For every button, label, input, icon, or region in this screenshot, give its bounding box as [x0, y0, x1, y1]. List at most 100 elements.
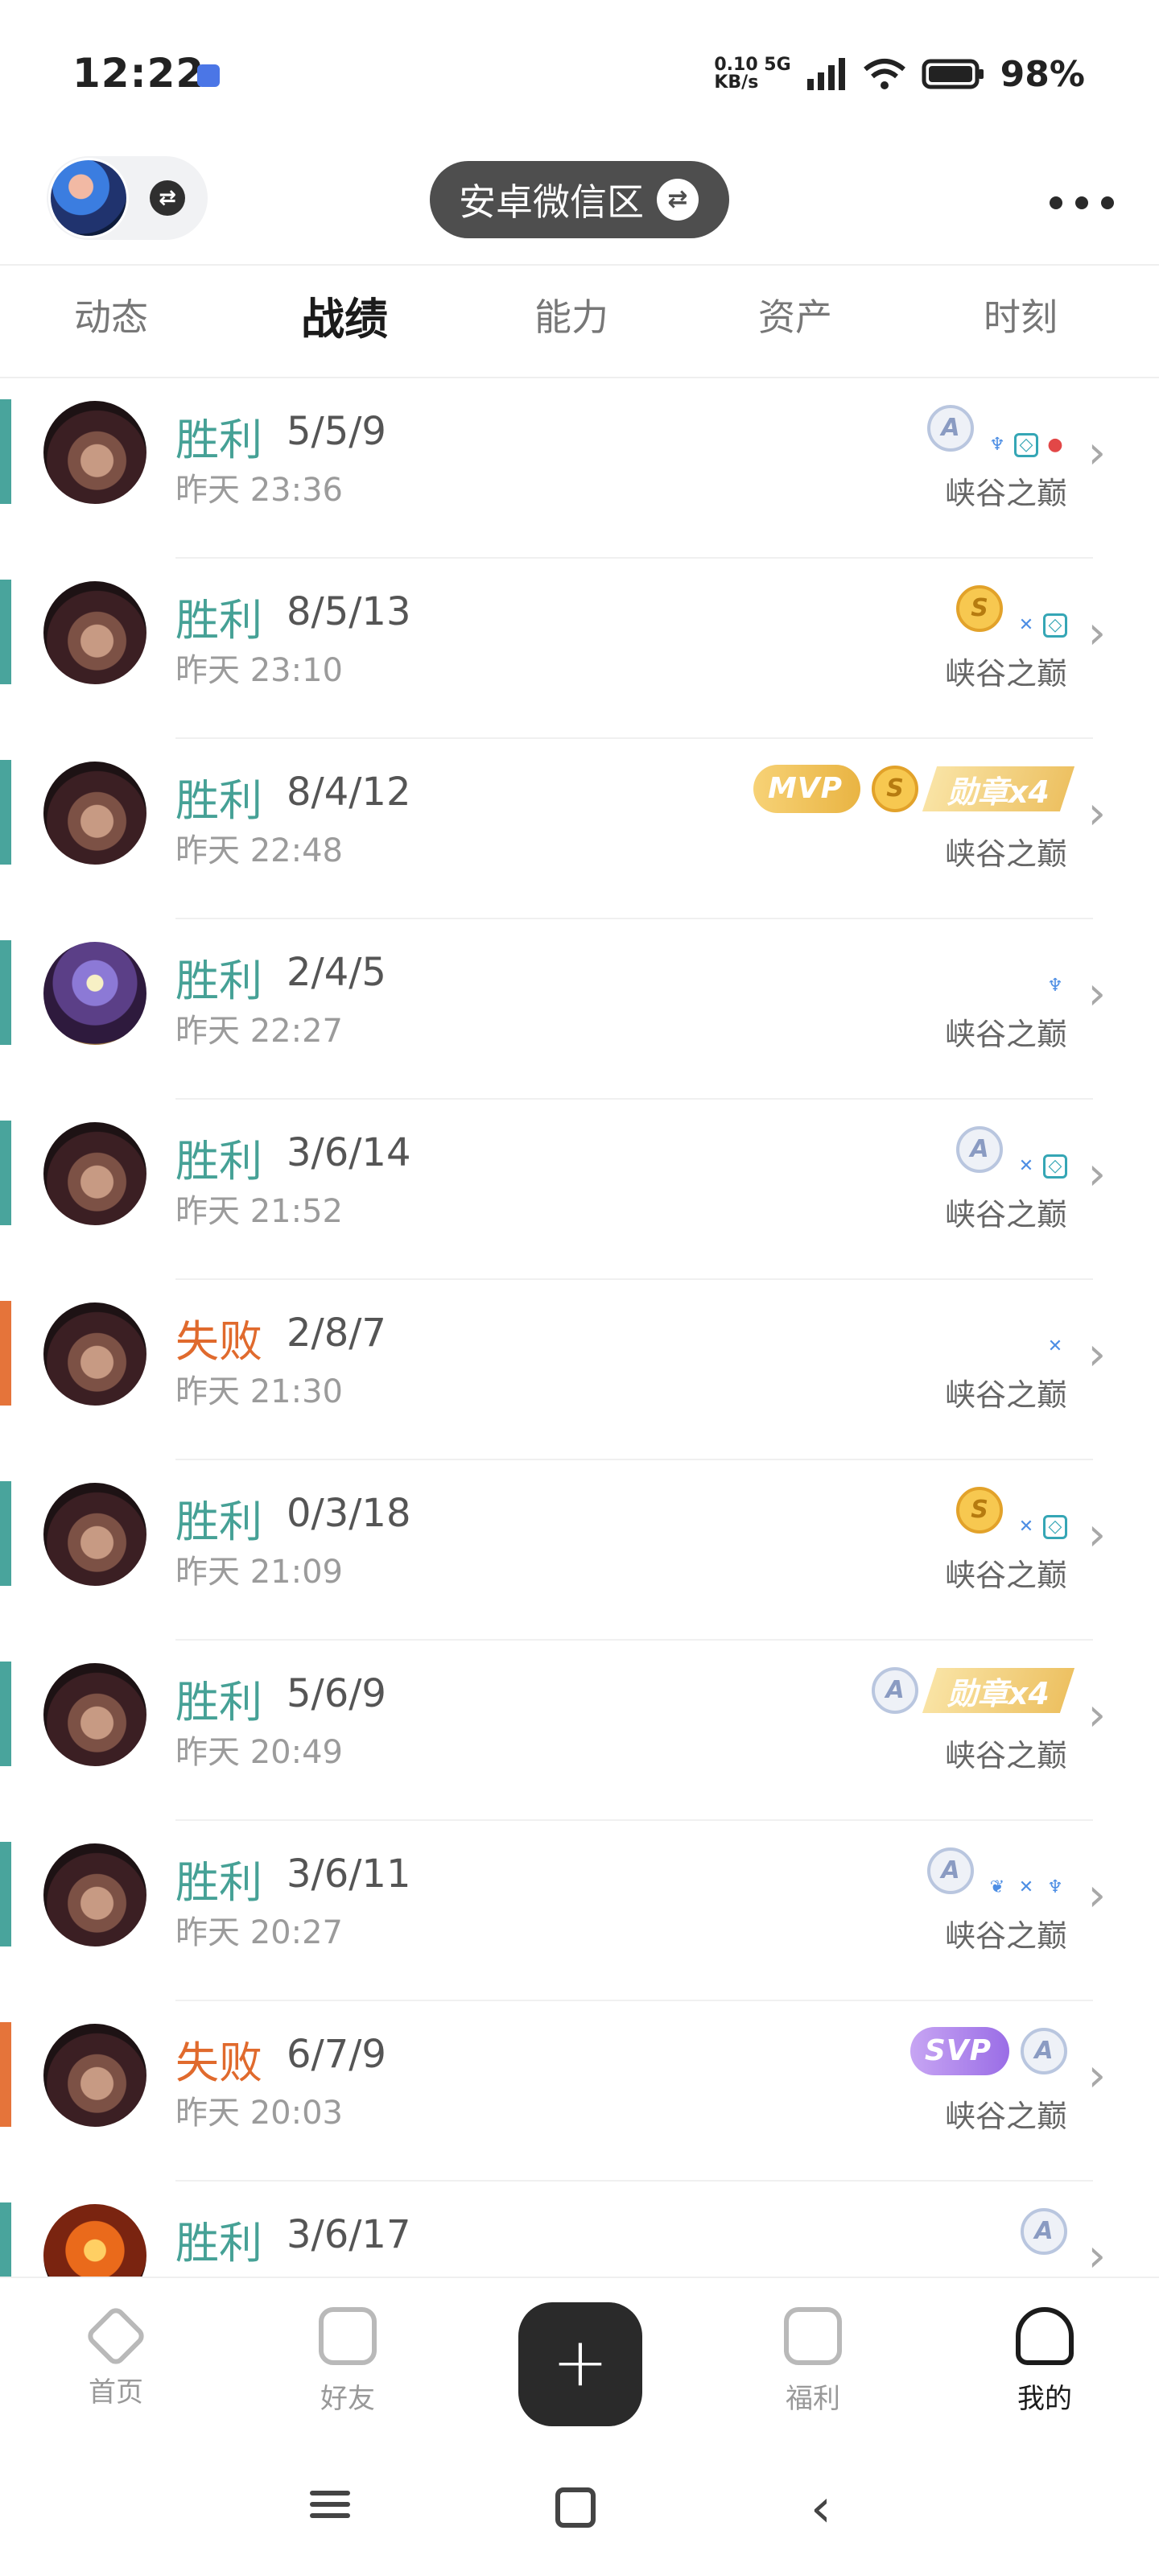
match-row[interactable]: 胜利 0/3/18 昨天 21:09 S ✕ ◇ 峡谷之巅 › — [0, 1460, 1159, 1641]
game-mode: 峡谷之巅 — [944, 1558, 1067, 1593]
match-badges: ♆ — [1043, 943, 1067, 998]
tab-moments[interactable]: 时刻 — [984, 288, 1058, 341]
server-name: 安卓微信区 — [459, 180, 644, 224]
game-mode: 峡谷之巅 — [944, 2099, 1067, 2134]
match-row[interactable]: 胜利 5/6/9 昨天 20:49 A 勋章x4 峡谷之巅 › — [0, 1641, 1159, 1821]
match-time: 昨天 20:27 — [175, 1914, 343, 1951]
match-kda: 2/4/5 — [287, 950, 386, 995]
menu-line-icon — [310, 2491, 350, 2496]
chevron-right-icon: › — [1087, 787, 1106, 840]
match-kda: 8/5/13 — [287, 589, 411, 634]
chevron-right-icon: › — [1087, 607, 1106, 659]
shield-icon: ◇ — [1014, 433, 1038, 457]
result-indicator — [0, 580, 11, 684]
match-result: 胜利 — [175, 1496, 262, 1547]
match-kda: 6/7/9 — [287, 2032, 386, 2077]
status-bar: 12:22 0.10 5G KB/s 98% — [0, 0, 1159, 145]
create-button[interactable]: + — [518, 2302, 642, 2426]
match-time: 昨天 20:49 — [175, 1734, 343, 1771]
match-list: 胜利 5/5/9 昨天 23:36 A ♆ ◇ ● 峡谷之巅 › 胜利 8/5/… — [0, 378, 1159, 2278]
tab-dynamics[interactable]: 动态 — [74, 288, 148, 341]
match-time: 昨天 21:30 — [175, 1373, 343, 1410]
nav-friends[interactable]: 好友 — [299, 2307, 396, 2416]
account-switcher[interactable]: ⇄ — [47, 156, 208, 240]
match-time: 昨天 22:27 — [175, 1013, 343, 1050]
tab-ability[interactable]: 能力 — [534, 288, 608, 341]
hero-avatar — [43, 401, 146, 504]
game-mode: 峡谷之巅 — [944, 1017, 1067, 1052]
match-row[interactable]: 胜利 8/5/13 昨天 23:10 S ✕ ◇ 峡谷之巅 › — [0, 559, 1159, 739]
grade-a-badge: A — [1021, 2208, 1067, 2255]
match-row[interactable]: 胜利 3/6/17 A › — [0, 2182, 1159, 2278]
match-row[interactable]: 失败 2/8/7 昨天 21:30 ✕ 峡谷之巅 › — [0, 1280, 1159, 1460]
grade-s-badge: S — [956, 585, 1003, 632]
nav-label: 首页 — [89, 2376, 143, 2409]
match-result: 胜利 — [175, 1136, 262, 1187]
nav-home[interactable]: 首页 — [68, 2304, 164, 2409]
match-row[interactable]: 胜利 3/6/14 昨天 21:52 A ✕ ◇ 峡谷之巅 › — [0, 1100, 1159, 1280]
match-result: 胜利 — [175, 775, 262, 826]
shield-icon: ◇ — [1043, 1154, 1067, 1179]
match-badges: S ✕ ◇ — [956, 583, 1067, 638]
net-speed-unit: KB/s — [714, 72, 759, 93]
match-row[interactable]: 胜利 3/6/11 昨天 20:27 A ❦ ✕ ♆ 峡谷之巅 › — [0, 1821, 1159, 2001]
hero-avatar — [43, 1843, 146, 1946]
match-row[interactable]: 失败 6/7/9 昨天 20:03 SVP A 峡谷之巅 › — [0, 2001, 1159, 2182]
achievement-icons: ✕ ◇ — [1014, 1143, 1067, 1179]
home-button[interactable] — [555, 2487, 596, 2528]
game-mode: 峡谷之巅 — [944, 836, 1067, 872]
match-row[interactable]: 胜利 2/4/5 昨天 22:27 ♆ 峡谷之巅 › — [0, 919, 1159, 1100]
nav-me[interactable]: 我的 — [996, 2307, 1093, 2416]
match-row[interactable]: 胜利 5/5/9 昨天 23:36 A ♆ ◇ ● 峡谷之巅 › — [0, 378, 1159, 559]
menu-line-icon — [310, 2502, 350, 2507]
result-indicator — [0, 1301, 11, 1406]
more-dot-icon — [1050, 196, 1062, 209]
crossed-swords-icon: ✕ — [1047, 1336, 1063, 1356]
chat-icon — [319, 2307, 377, 2365]
game-mode: 峡谷之巅 — [944, 1918, 1067, 1954]
mvp-badge: MVP — [753, 765, 861, 813]
match-result: 失败 — [175, 1316, 262, 1367]
more-options-button[interactable] — [1050, 179, 1114, 227]
match-result: 胜利 — [175, 956, 262, 1006]
match-time: 昨天 22:48 — [175, 832, 343, 869]
grade-s-badge: S — [872, 766, 919, 812]
bird-icon: ♆ — [1047, 976, 1063, 996]
match-kda: 8/4/12 — [287, 770, 411, 815]
match-kda: 2/8/7 — [287, 1311, 386, 1356]
result-indicator — [0, 760, 11, 865]
result-indicator — [0, 2022, 11, 2127]
achievement-icons: ♆ — [1043, 963, 1067, 998]
match-badges: ✕ — [1043, 1304, 1067, 1356]
more-dot-icon — [1101, 196, 1114, 209]
chevron-right-icon: › — [1087, 1689, 1106, 1741]
tab-match-history[interactable]: 战绩 — [301, 283, 388, 347]
nav-label: 我的 — [1017, 2383, 1072, 2415]
crossed-swords-icon: ✕ — [1018, 1156, 1034, 1176]
grade-s-badge: S — [956, 1487, 1003, 1534]
hero-avatar — [43, 581, 146, 684]
recent-apps-button[interactable] — [306, 2484, 354, 2533]
hero-avatar — [43, 1302, 146, 1406]
chevron-right-icon: › — [1087, 1328, 1106, 1381]
grade-a-badge: A — [956, 1126, 1003, 1173]
match-result: 胜利 — [175, 415, 262, 465]
result-indicator — [0, 1662, 11, 1766]
chevron-right-icon: › — [1087, 1148, 1106, 1200]
match-badges: A — [1021, 2206, 1067, 2257]
match-badges: S ✕ ◇ — [956, 1484, 1067, 1539]
match-row[interactable]: 胜利 8/4/12 昨天 22:48 MVP S 勋章x4 峡谷之巅 › — [0, 739, 1159, 919]
shield-icon: ◇ — [1043, 613, 1067, 638]
server-selector[interactable]: 安卓微信区 ⇄ — [430, 161, 729, 238]
tab-assets[interactable]: 资产 — [758, 288, 832, 341]
crossed-swords-icon: ✕ — [1018, 1517, 1034, 1537]
wifi-icon — [863, 59, 905, 89]
match-time: 昨天 20:03 — [175, 2095, 343, 2132]
nav-rewards[interactable]: 福利 — [765, 2307, 861, 2416]
achievement-icons: ✕ ◇ — [1014, 1504, 1067, 1539]
game-mode: 峡谷之巅 — [944, 1738, 1067, 1773]
battery-icon — [922, 59, 984, 89]
gift-heart-icon — [784, 2307, 842, 2365]
back-button[interactable]: ‹ — [797, 2482, 845, 2535]
hero-avatar — [43, 942, 146, 1045]
